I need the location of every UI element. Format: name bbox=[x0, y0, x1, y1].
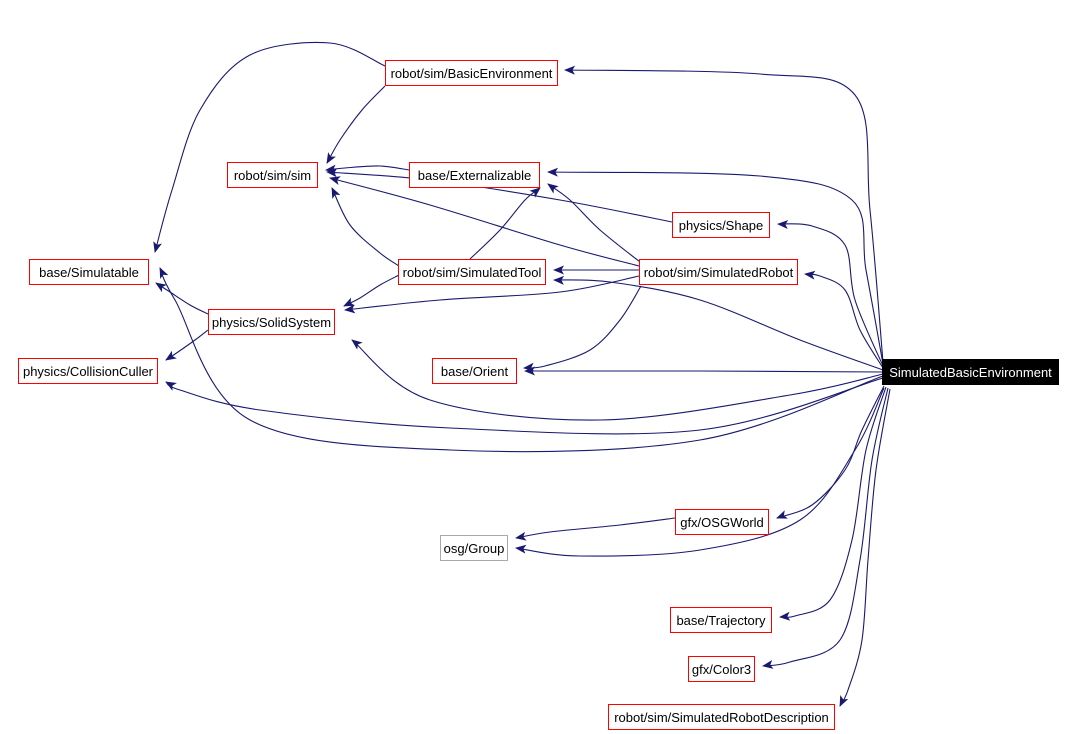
graph-node-label: base/Externalizable bbox=[417, 167, 532, 183]
graph-edge-basic-environment-to-simulatable bbox=[153, 41, 386, 253]
graph-edge-solid-system-to-simulatable bbox=[155, 282, 209, 315]
graph-node-label: base/Simulatable bbox=[39, 264, 139, 280]
graph-node-shape[interactable]: physics/Shape bbox=[672, 212, 770, 238]
graph-node-label: base/Trajectory bbox=[676, 612, 766, 628]
graph-edge-simulated-tool-to-externalizable bbox=[469, 187, 541, 260]
graph-node-simulatable[interactable]: base/Simulatable bbox=[29, 259, 149, 285]
graph-node-root[interactable]: SimulatedBasicEnvironment bbox=[882, 359, 1059, 385]
graph-edge-simulated-tool-to-solid-system bbox=[343, 274, 400, 307]
graph-node-externalizable[interactable]: base/Externalizable bbox=[409, 162, 540, 188]
graph-edge-root-to-osg-world bbox=[776, 385, 885, 519]
graph-edge-externalizable-to-sim bbox=[325, 164, 410, 174]
graph-edge-root-to-orient bbox=[524, 366, 884, 376]
graph-node-robot_description[interactable]: robot/sim/SimulatedRobotDescription bbox=[608, 704, 835, 730]
graph-edge-root-to-collision-culler bbox=[165, 377, 884, 435]
graph-edge-simulated-robot-to-orient bbox=[523, 285, 642, 372]
graph-node-osg_world[interactable]: gfx/OSGWorld bbox=[675, 509, 769, 535]
graph-node-simulated_robot[interactable]: robot/sim/SimulatedRobot bbox=[639, 259, 798, 285]
graph-node-label: osg/Group bbox=[443, 540, 505, 556]
graph-node-label: physics/Shape bbox=[678, 217, 764, 233]
graph-edge-basic-environment-to-sim bbox=[326, 85, 386, 164]
graph-node-label: robot/sim/SimulatedRobotDescription bbox=[614, 709, 829, 725]
graph-edge-simulated-robot-to-sim bbox=[329, 176, 640, 267]
graph-node-label: gfx/OSGWorld bbox=[680, 514, 764, 530]
graph-node-simulated_tool[interactable]: robot/sim/SimulatedTool bbox=[398, 259, 546, 285]
graph-edge-simulated-tool-to-sim bbox=[331, 187, 400, 267]
graph-node-osg_group[interactable]: osg/Group bbox=[440, 535, 508, 561]
graph-node-orient[interactable]: base/Orient bbox=[432, 358, 517, 384]
graph-edge-root-to-shape bbox=[777, 220, 884, 367]
graph-node-label: SimulatedBasicEnvironment bbox=[889, 364, 1052, 380]
graph-node-sim[interactable]: robot/sim/sim bbox=[227, 162, 318, 188]
collaboration-graph: robot/sim/BasicEnvironment robot/sim/sim b… bbox=[0, 0, 1075, 734]
graph-node-label: base/Orient bbox=[440, 363, 509, 379]
graph-edge-simulated-robot-to-externalizable bbox=[547, 183, 641, 263]
graph-edge-root-to-robot-description bbox=[839, 388, 891, 707]
graph-node-label: robot/sim/SimulatedRobot bbox=[643, 264, 794, 280]
graph-node-solid_system[interactable]: physics/SolidSystem bbox=[208, 309, 335, 335]
graph-node-label: physics/SolidSystem bbox=[211, 314, 332, 330]
graph-node-color3[interactable]: gfx/Color3 bbox=[688, 656, 755, 682]
graph-node-label: robot/sim/SimulatedTool bbox=[402, 264, 542, 280]
graph-node-trajectory[interactable]: base/Trajectory bbox=[670, 607, 772, 633]
graph-edge-root-to-simulated-robot bbox=[804, 270, 884, 369]
graph-edge-root-to-color3 bbox=[762, 387, 889, 669]
graph-node-basic_environment[interactable]: robot/sim/BasicEnvironment bbox=[385, 60, 558, 86]
graph-node-label: gfx/Color3 bbox=[691, 661, 752, 677]
graph-edge-osg-world-to-osg-group bbox=[515, 517, 676, 541]
graph-edge-root-to-simulated-tool bbox=[553, 275, 884, 371]
graph-node-label: robot/sim/BasicEnvironment bbox=[390, 65, 553, 81]
graph-node-collision_culler[interactable]: physics/CollisionCuller bbox=[18, 358, 158, 384]
graph-node-label: physics/CollisionCuller bbox=[22, 363, 154, 379]
graph-edge-solid-system-to-collision-culler bbox=[165, 329, 209, 361]
graph-node-label: robot/sim/sim bbox=[233, 167, 312, 183]
